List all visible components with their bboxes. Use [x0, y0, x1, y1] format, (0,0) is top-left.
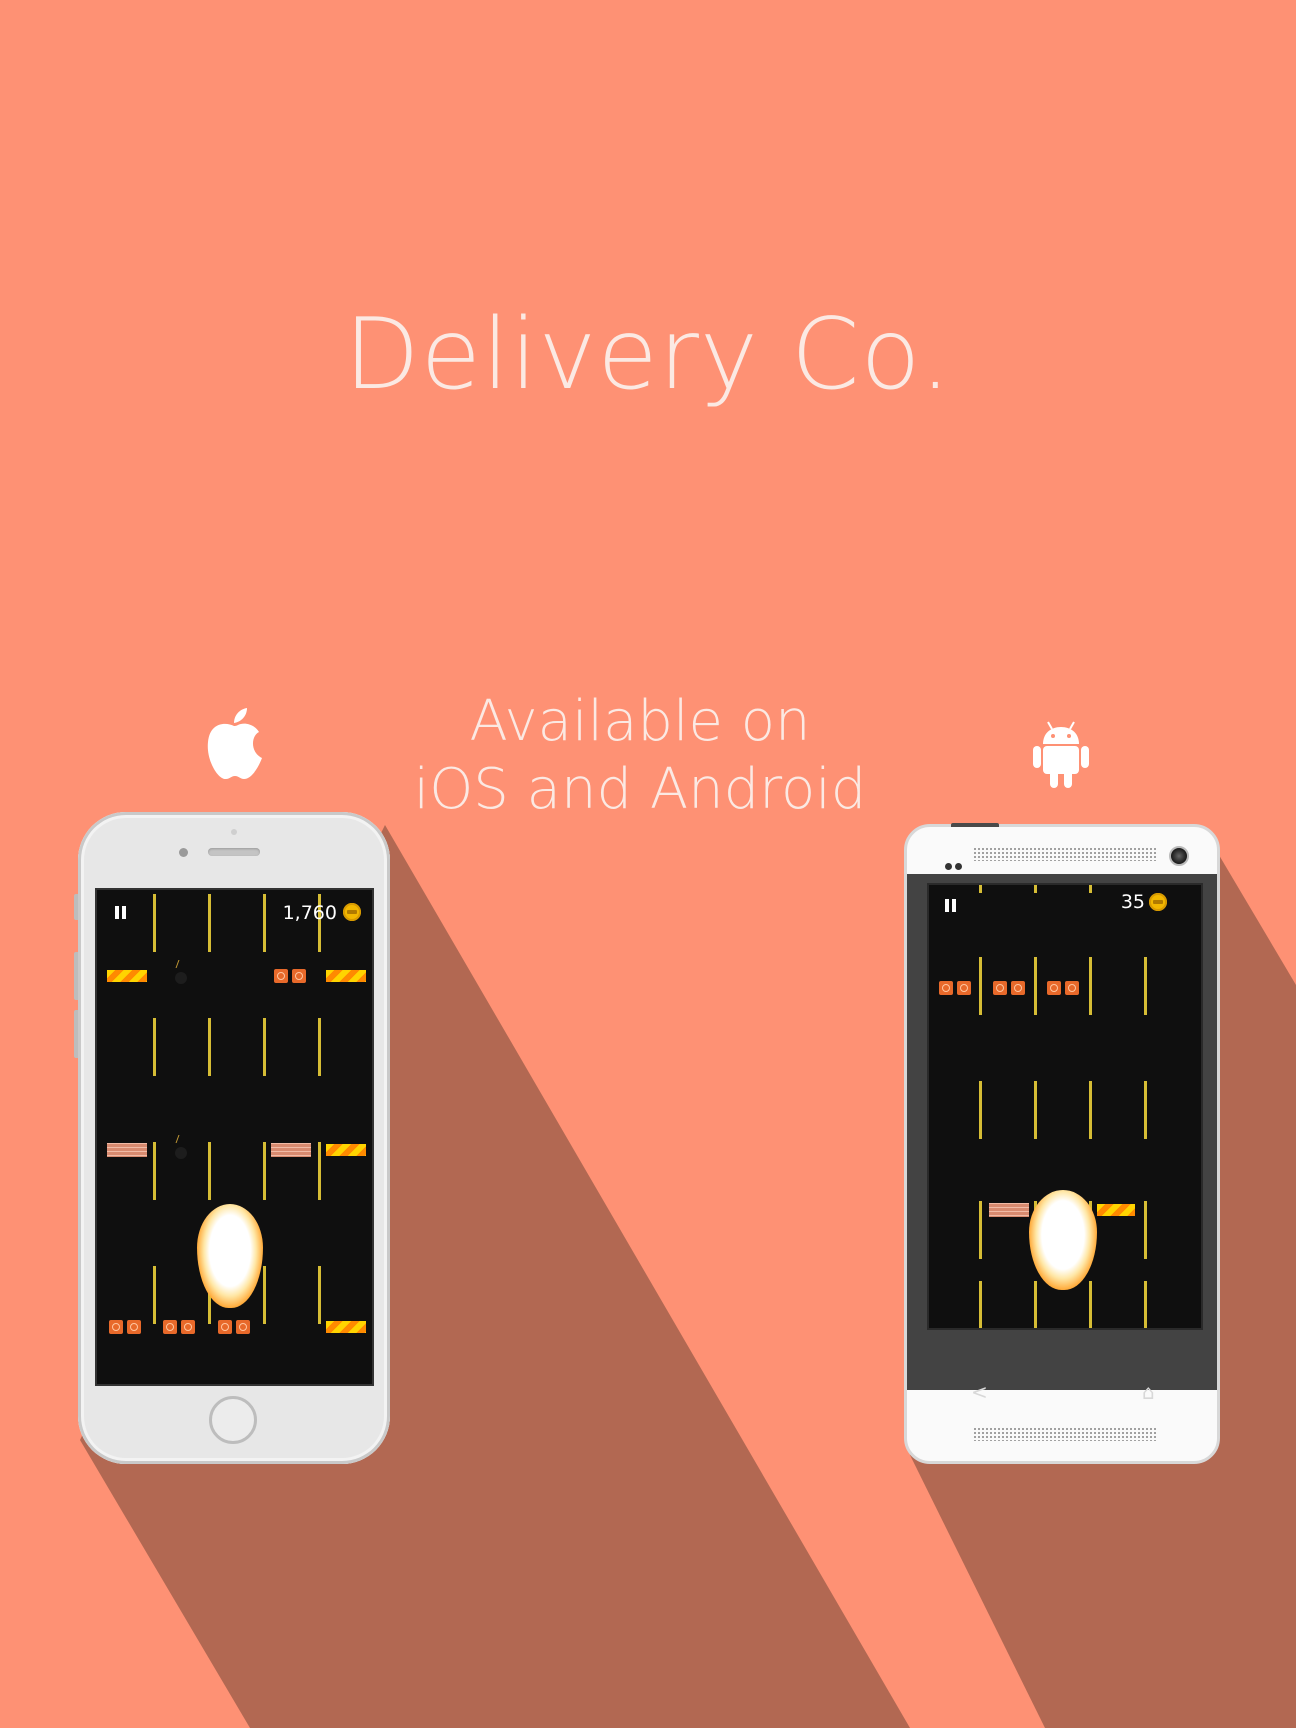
crate [163, 1320, 177, 1334]
crate [109, 1320, 123, 1334]
lane-marking [153, 1018, 156, 1076]
lane-marking [1144, 1201, 1147, 1259]
crate [957, 981, 971, 995]
android-game-screen[interactable]: 35 [927, 883, 1203, 1330]
crate [127, 1320, 141, 1334]
front-camera [1169, 846, 1189, 866]
coin-icon [1149, 893, 1167, 911]
player-vehicle-glow [197, 1204, 263, 1308]
hazard-barrier [326, 1321, 366, 1333]
crate [993, 981, 1007, 995]
lane-marking [1089, 957, 1092, 1015]
coin-icon [343, 903, 361, 921]
android-icon [1033, 721, 1089, 788]
lane-marking [318, 1018, 321, 1076]
lane-marking [1089, 1081, 1092, 1139]
pause-icon[interactable] [115, 906, 127, 919]
brick-wall [107, 1143, 147, 1157]
lane-marking [153, 1266, 156, 1324]
lane-marking [263, 1266, 266, 1324]
lane-marking [318, 1266, 321, 1324]
hazard-barrier [326, 970, 366, 982]
crate [1065, 981, 1079, 995]
hazard-barrier [326, 1144, 366, 1156]
android-device: 35 < ⌂ [904, 823, 1220, 1464]
crate [181, 1320, 195, 1334]
bomb [175, 972, 187, 984]
lane-marking [263, 1018, 266, 1076]
pause-icon[interactable] [945, 899, 957, 912]
earpiece-speaker [208, 848, 260, 856]
lane-marking [318, 1142, 321, 1200]
crate [939, 981, 953, 995]
crate [236, 1320, 250, 1334]
brick-wall [271, 1143, 311, 1157]
hazard-barrier [1097, 1204, 1135, 1216]
crate [1047, 981, 1061, 995]
bomb-fuse [171, 1135, 180, 1143]
lane-marking [153, 1142, 156, 1200]
iphone-device: 1,760 [74, 812, 390, 1464]
front-camera [179, 848, 188, 857]
availability-text: Available on iOS and Android [380, 688, 900, 824]
volume-down-button [74, 1010, 78, 1058]
home-button[interactable] [209, 1396, 257, 1444]
crate [218, 1320, 232, 1334]
bomb [175, 1147, 187, 1159]
nav-home-button[interactable]: ⌂ [1142, 1382, 1155, 1402]
proximity-sensor [231, 829, 237, 835]
availability-line-1: Available on [469, 689, 811, 754]
lane-marking [979, 1081, 982, 1139]
crate [292, 969, 306, 983]
lane-marking [208, 894, 211, 952]
lane-marking [153, 894, 156, 952]
page-title: Delivery Co. [344, 298, 952, 412]
lane-marking [1144, 957, 1147, 1015]
bottom-speaker-grille [973, 1427, 1157, 1441]
crate [1011, 981, 1025, 995]
nav-back-button[interactable]: < [971, 1382, 988, 1402]
crate [274, 969, 288, 983]
lane-marking [208, 1142, 211, 1200]
score-text: 1,760 [282, 902, 337, 924]
mute-switch [74, 894, 78, 920]
lane-marking [208, 1018, 211, 1076]
lane-marking [1034, 1281, 1037, 1328]
sensor-dots [945, 855, 965, 874]
lane-marking [1034, 1081, 1037, 1139]
power-button [951, 823, 999, 827]
lane-marking [1034, 957, 1037, 1015]
lane-marking [979, 1201, 982, 1259]
player-vehicle-glow [1029, 1190, 1097, 1290]
lane-marking [263, 1142, 266, 1200]
brick-wall [989, 1203, 1029, 1217]
score-text: 35 [1120, 891, 1145, 913]
lane-marking [979, 885, 982, 893]
availability-line-2: iOS and Android [413, 757, 867, 822]
hazard-barrier [107, 970, 147, 982]
lane-marking [1144, 1281, 1147, 1328]
earpiece-grille [973, 847, 1157, 861]
apple-icon [207, 708, 262, 780]
bomb-fuse [171, 960, 180, 968]
lane-marking [1034, 885, 1037, 893]
lane-marking [1089, 1281, 1092, 1328]
lane-marking [979, 1281, 982, 1328]
lane-marking [979, 957, 982, 1015]
iphone-game-screen[interactable]: 1,760 [95, 888, 374, 1386]
lane-marking [1144, 1081, 1147, 1139]
volume-up-button [74, 952, 78, 1000]
